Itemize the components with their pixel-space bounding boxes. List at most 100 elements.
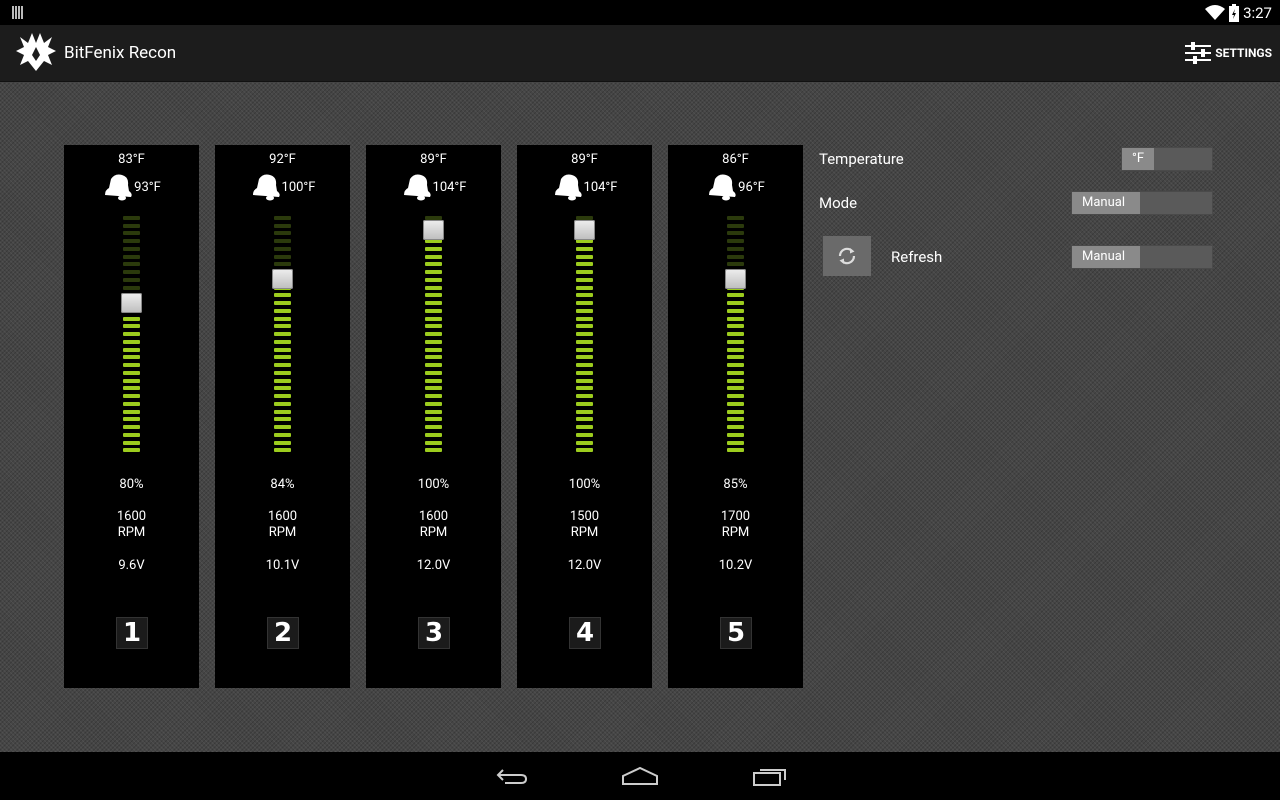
meter-segment: [123, 223, 140, 228]
meter-segment: [727, 239, 744, 244]
alarm-threshold[interactable]: 104°F: [366, 173, 501, 201]
settings-button[interactable]: SETTINGS: [1185, 37, 1272, 69]
mode-toggle[interactable]: Manual: [1071, 191, 1213, 215]
fan-speed-percent: 100%: [417, 477, 450, 492]
alarm-threshold[interactable]: 93°F: [64, 173, 199, 201]
meter-segment: [576, 277, 593, 282]
meter-segment: [425, 246, 442, 251]
meter-segment: [727, 370, 744, 375]
meter-segment: [425, 370, 442, 375]
mode-label: Mode: [819, 194, 858, 212]
meter-segment: [576, 440, 593, 445]
meter-segment: [576, 409, 593, 414]
meter-segment: [576, 285, 593, 290]
meter-segment: [727, 425, 744, 430]
slider-thumb[interactable]: [725, 269, 746, 289]
fan-speed-slider[interactable]: [272, 215, 293, 455]
alarm-threshold[interactable]: 104°F: [517, 173, 652, 201]
meter-segment: [727, 301, 744, 306]
fan-channel-panel: 83°F 93°F 80% 1600 RPM 9.6V 1: [64, 145, 199, 688]
home-icon: [622, 766, 658, 785]
meter-segment: [274, 401, 291, 406]
fan-rpm-unit: RPM: [721, 525, 750, 540]
meter-segment: [727, 378, 744, 383]
bitfenix-logo-icon[interactable]: [14, 31, 58, 75]
home-button[interactable]: [620, 762, 660, 790]
meter-segment: [425, 394, 442, 399]
current-temperature: 86°F: [722, 152, 749, 167]
meter-segment: [425, 409, 442, 414]
fan-rpm: 1600: [418, 509, 449, 524]
fan-rpm: 1700: [720, 509, 751, 524]
mode-value: Manual: [1072, 192, 1140, 214]
meter-segment: [274, 409, 291, 414]
bell-icon: [105, 174, 132, 201]
meter-segment: [727, 355, 744, 360]
meter-segment: [727, 324, 744, 329]
meter-segment: [425, 347, 442, 352]
refresh-button[interactable]: [823, 236, 871, 276]
meter-segment: [274, 386, 291, 391]
slider-thumb[interactable]: [272, 269, 293, 289]
meter-segment: [123, 277, 140, 282]
meter-segment: [576, 332, 593, 337]
meter-segment: [274, 339, 291, 344]
alarm-threshold[interactable]: 100°F: [215, 173, 350, 201]
meter-segment: [727, 293, 744, 298]
meter-segment: [123, 216, 140, 220]
meter-segment: [274, 440, 291, 445]
back-button[interactable]: [492, 762, 532, 790]
meter-segment: [274, 394, 291, 399]
meter-segment: [274, 293, 291, 298]
meter-segment: [425, 339, 442, 344]
slider-thumb[interactable]: [574, 220, 595, 240]
back-icon: [496, 769, 528, 784]
alarm-threshold[interactable]: 96°F: [668, 173, 803, 201]
meter-segment: [425, 277, 442, 282]
meter-segment: [576, 293, 593, 298]
meter-segment: [425, 301, 442, 306]
meter-segment: [123, 440, 140, 445]
meter-segment: [576, 308, 593, 313]
fan-speed-percent: 84%: [270, 477, 295, 492]
temperature-unit-toggle[interactable]: °F: [1121, 147, 1213, 171]
meter-segment: [576, 363, 593, 368]
fan-speed-slider[interactable]: [574, 215, 595, 455]
navigation-bar: [0, 752, 1280, 800]
app-title: BitFenix Recon: [64, 43, 177, 63]
meter-segment: [576, 301, 593, 306]
fan-speed-slider[interactable]: [121, 215, 142, 455]
meter-segment: [727, 254, 744, 259]
meter-segment: [274, 417, 291, 422]
fan-speed-slider[interactable]: [725, 215, 746, 455]
meter-segment: [123, 270, 140, 275]
refresh-mode-toggle[interactable]: Manual: [1071, 245, 1213, 269]
fan-speed-percent: 85%: [723, 477, 748, 492]
meter-segment: [576, 378, 593, 383]
slider-thumb[interactable]: [121, 293, 142, 313]
fan-speed-percent: 80%: [119, 477, 144, 492]
meter-segment: [425, 355, 442, 360]
wifi-icon: [1205, 5, 1226, 20]
meter-segment: [425, 293, 442, 298]
meter-segment: [727, 432, 744, 437]
meter-segment: [123, 363, 140, 368]
fan-voltage: 10.1V: [265, 558, 300, 573]
meter-segment: [123, 246, 140, 251]
channel-number: 5: [720, 617, 752, 649]
meter-segment: [123, 254, 140, 259]
meter-segment: [727, 308, 744, 313]
meter-segment: [425, 401, 442, 406]
slider-thumb[interactable]: [423, 220, 444, 240]
recents-button[interactable]: [750, 762, 790, 790]
fan-rpm: 1600: [116, 509, 147, 524]
meter-segment: [123, 378, 140, 383]
fan-voltage: 9.6V: [118, 558, 145, 573]
meter-segment: [123, 409, 140, 414]
fan-speed-slider[interactable]: [423, 215, 444, 455]
meter-segment: [425, 432, 442, 437]
fan-rpm-unit: RPM: [268, 525, 297, 540]
meter-segment: [123, 425, 140, 430]
status-bar: 3:27: [0, 0, 1280, 25]
meter-segment: [274, 324, 291, 329]
